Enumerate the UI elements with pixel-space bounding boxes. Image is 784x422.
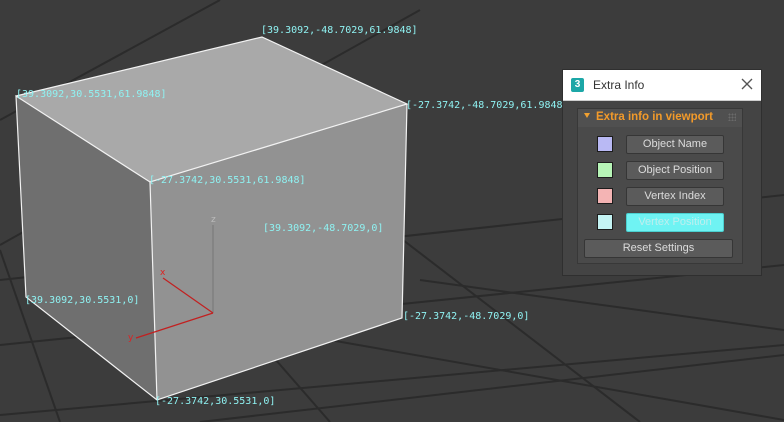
rollout-extra-info: Extra info in viewport Object Name Objec… bbox=[577, 108, 743, 264]
close-icon[interactable] bbox=[740, 77, 754, 91]
rollout-header[interactable]: Extra info in viewport bbox=[578, 109, 742, 127]
vertex-label: [-27.3742,30.5531,0] bbox=[155, 396, 276, 407]
drag-grip-icon[interactable] bbox=[728, 113, 736, 121]
object-name-button[interactable]: Object Name bbox=[626, 135, 724, 154]
extra-info-dialog: 3 Extra Info Extra info in viewport Obje… bbox=[562, 69, 762, 276]
vertex-label: [39.3092,-48.7029,0] bbox=[263, 223, 384, 234]
axis-label-y: y bbox=[128, 333, 134, 343]
vertex-index-button[interactable]: Vertex Index bbox=[626, 187, 724, 206]
dialog-title: Extra Info bbox=[593, 78, 645, 92]
app-icon: 3 bbox=[571, 78, 584, 92]
rollout-title: Extra info in viewport bbox=[596, 111, 713, 123]
vertex-label: [-27.3742,-48.7029,0] bbox=[403, 311, 530, 322]
color-swatch-object-position[interactable] bbox=[597, 162, 613, 178]
color-swatch-vertex-position[interactable] bbox=[597, 214, 613, 230]
collapse-arrow-icon[interactable] bbox=[584, 113, 590, 118]
color-swatch-vertex-index[interactable] bbox=[597, 188, 613, 204]
vertex-label: [39.3092,30.5531,0] bbox=[25, 295, 140, 306]
vertex-label: [39.3092,-48.7029,61.9848] bbox=[261, 25, 418, 36]
vertex-position-button[interactable]: Vertex Position bbox=[626, 213, 724, 232]
axis-label-z: z bbox=[211, 215, 216, 225]
color-swatch-object-name[interactable] bbox=[597, 136, 613, 152]
object-position-button[interactable]: Object Position bbox=[626, 161, 724, 180]
dialog-titlebar[interactable]: 3 Extra Info bbox=[563, 70, 761, 101]
axis-label-x: x bbox=[160, 268, 166, 278]
vertex-label: [-27.3742,30.5531,61.9848] bbox=[149, 175, 306, 186]
vertex-label: [39.3092,30.5531,61.9848] bbox=[16, 89, 167, 100]
reset-settings-button[interactable]: Reset Settings bbox=[584, 239, 733, 258]
vertex-label: [-27.3742,-48.7029,61.9848] bbox=[406, 100, 569, 111]
